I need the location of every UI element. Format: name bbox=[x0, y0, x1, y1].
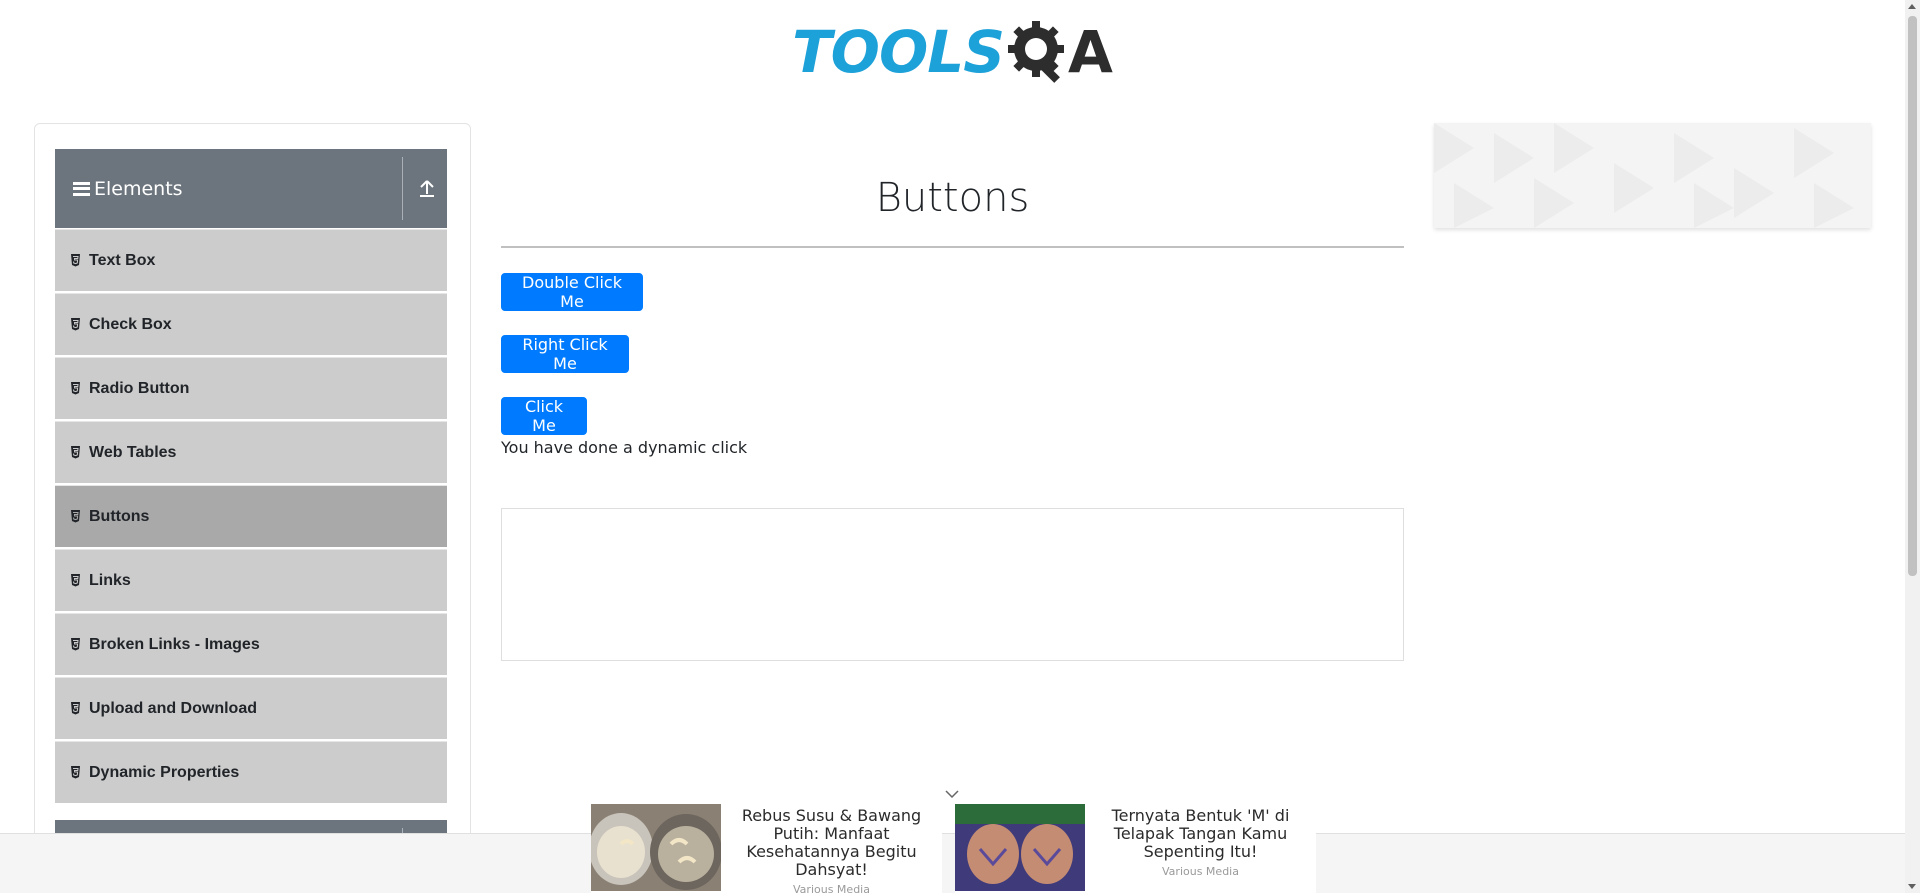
sidebar-item-label: Check Box bbox=[89, 315, 172, 333]
dynamic-click-message: You have done a dynamic click bbox=[501, 438, 748, 457]
sidebar-item-label: Dynamic Properties bbox=[89, 763, 240, 781]
ad-image bbox=[955, 804, 1085, 891]
ad-card[interactable]: Ternyata Bentuk 'M' di Telapak Tangan Ka… bbox=[955, 804, 1316, 893]
group-title: Elements bbox=[94, 177, 183, 200]
scroll-up-arrow-icon[interactable] bbox=[1908, 4, 1916, 9]
sidebar-item-broken-links-images[interactable]: Broken Links - Images bbox=[55, 613, 447, 675]
sidebar-item-web-tables[interactable]: Web Tables bbox=[55, 421, 447, 483]
html5-icon bbox=[71, 446, 80, 459]
right-click-button[interactable]: Right Click Me bbox=[501, 335, 629, 373]
click-me-button[interactable]: Click Me bbox=[501, 397, 587, 435]
sidebar-item-label: Upload and Download bbox=[89, 699, 257, 717]
toolsqa-logo[interactable]: TOOLS A bbox=[792, 16, 1113, 88]
triangle-pattern bbox=[1434, 123, 1854, 228]
right-ad-banner[interactable] bbox=[1434, 123, 1871, 228]
sidebar-item-check-box[interactable]: Check Box bbox=[55, 293, 447, 355]
ad-placeholder-box bbox=[501, 508, 1404, 661]
logo-qa-text: A bbox=[1068, 18, 1113, 86]
elements-menu-list: Text Box Check Box Radio Button Web Tabl… bbox=[55, 229, 447, 805]
html5-icon bbox=[71, 574, 80, 587]
sidebar-item-links[interactable]: Links bbox=[55, 549, 447, 611]
vertical-scrollbar[interactable] bbox=[1905, 0, 1920, 893]
hamburger-icon bbox=[73, 181, 90, 196]
title-divider bbox=[501, 246, 1404, 248]
scrollbar-thumb[interactable] bbox=[1908, 16, 1917, 576]
sidebar-item-radio-button[interactable]: Radio Button bbox=[55, 357, 447, 419]
sidebar-item-label: Text Box bbox=[89, 251, 156, 269]
elements-group-header[interactable]: Elements bbox=[55, 149, 447, 228]
sidebar-item-label: Web Tables bbox=[89, 443, 177, 461]
sidebar-item-label: Links bbox=[89, 571, 131, 589]
page: TOOLS A Elements Text Box Check Box Radi… bbox=[0, 0, 1920, 893]
html5-icon bbox=[71, 382, 80, 395]
html5-icon bbox=[71, 510, 80, 523]
ad-image bbox=[591, 804, 721, 891]
header: TOOLS A bbox=[0, 0, 1905, 100]
collapse-arrow-icon[interactable] bbox=[417, 177, 437, 199]
sidebar-item-buttons[interactable]: Buttons bbox=[55, 485, 447, 547]
sidebar-item-dynamic-properties[interactable]: Dynamic Properties bbox=[55, 741, 447, 803]
html5-icon bbox=[71, 318, 80, 331]
ad-text: Rebus Susu & Bawang Putih: Manfaat Keseh… bbox=[721, 804, 942, 893]
scroll-down-arrow-icon[interactable] bbox=[1908, 884, 1916, 889]
sidebar-item-label: Buttons bbox=[89, 507, 150, 525]
gear-q-icon bbox=[1008, 21, 1064, 83]
ad-headline: Rebus Susu & Bawang Putih: Manfaat Keseh… bbox=[741, 806, 922, 879]
double-click-button[interactable]: Double Click Me bbox=[501, 273, 643, 311]
html5-icon bbox=[71, 702, 80, 715]
ad-card[interactable]: Rebus Susu & Bawang Putih: Manfaat Keseh… bbox=[591, 804, 942, 893]
sidebar-item-label: Radio Button bbox=[89, 379, 190, 397]
html5-icon bbox=[71, 254, 80, 267]
ad-headline: Ternyata Bentuk 'M' di Telapak Tangan Ka… bbox=[1111, 806, 1290, 861]
chevron-down-icon[interactable] bbox=[944, 787, 960, 801]
ad-source: Various Media bbox=[793, 883, 870, 893]
html5-icon bbox=[71, 766, 80, 779]
sidebar-item-text-box[interactable]: Text Box bbox=[55, 229, 447, 291]
sidebar-item-label: Broken Links - Images bbox=[89, 635, 260, 653]
logo-tools-text: TOOLS bbox=[792, 18, 1005, 86]
page-title: Buttons bbox=[875, 175, 1030, 221]
bottom-ad-bar bbox=[0, 833, 1905, 893]
html5-icon bbox=[71, 638, 80, 651]
header-divider bbox=[402, 157, 403, 220]
ad-text: Ternyata Bentuk 'M' di Telapak Tangan Ka… bbox=[1085, 804, 1316, 893]
ad-source: Various Media bbox=[1162, 865, 1239, 878]
sidebar-item-upload-and-download[interactable]: Upload and Download bbox=[55, 677, 447, 739]
